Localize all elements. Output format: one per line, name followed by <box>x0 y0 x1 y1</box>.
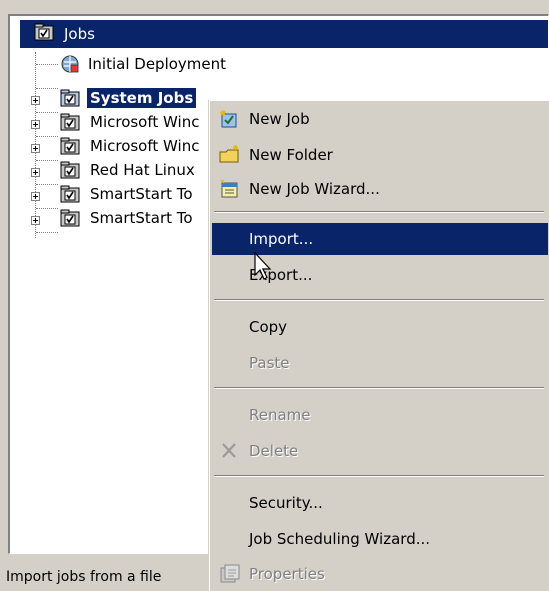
menu-item-properties[interactable]: Properties <box>212 558 548 590</box>
new-job-icon <box>219 109 241 129</box>
tree-guide-line <box>36 64 58 65</box>
tree-guide-line <box>36 232 58 233</box>
context-menu: New Job New Folder New Job Wizard... Imp… <box>209 100 549 591</box>
tree-item-system-jobs[interactable]: System Jobs <box>60 86 197 110</box>
menu-separator <box>214 475 544 477</box>
expand-toggle[interactable] <box>31 192 40 201</box>
menu-item-new-job[interactable]: New Job <box>212 103 548 135</box>
menu-item-label: Delete <box>249 442 299 460</box>
tree-item-label: System Jobs <box>87 88 197 108</box>
menu-item-label: Properties <box>249 565 325 583</box>
tree-guide-line <box>36 112 58 113</box>
menu-item-label: New Job Wizard... <box>249 180 380 198</box>
tree-guide-line <box>36 208 58 209</box>
tree-item-label: Initial Deployment <box>88 55 227 73</box>
tree-root-jobs[interactable]: Jobs <box>20 20 548 48</box>
tree-item-label: SmartStart To <box>90 209 193 227</box>
tree-item-red-hat-linux[interactable]: Red Hat Linux <box>60 158 198 182</box>
job-folder-icon <box>34 22 56 46</box>
menu-separator <box>214 387 544 389</box>
menu-item-paste[interactable]: Paste <box>212 347 548 379</box>
tree-root-label: Jobs <box>64 25 95 43</box>
expand-toggle[interactable] <box>31 96 40 105</box>
menu-item-label: Rename <box>249 406 311 424</box>
job-folder-icon <box>60 160 82 180</box>
properties-icon <box>219 564 241 584</box>
menu-item-new-folder[interactable]: New Folder <box>212 139 548 171</box>
expand-toggle[interactable] <box>31 216 40 225</box>
tree-item-label: SmartStart To <box>90 185 193 203</box>
new-folder-icon <box>219 145 241 165</box>
menu-item-delete[interactable]: Delete <box>212 435 548 467</box>
menu-separator <box>214 299 544 301</box>
job-folder-icon <box>60 208 82 228</box>
tree-item-label: Red Hat Linux <box>90 161 195 179</box>
expand-toggle[interactable] <box>31 120 40 129</box>
menu-item-import[interactable]: Import... <box>212 223 548 255</box>
wizard-icon <box>219 179 241 199</box>
menu-item-label: New Job <box>249 110 310 128</box>
delete-icon <box>219 441 241 461</box>
deployment-icon <box>60 54 80 74</box>
menu-item-job-scheduling-wizard[interactable]: Job Scheduling Wizard... <box>212 523 548 555</box>
menu-item-label: Import... <box>249 230 314 248</box>
tree-item-microsoft-windows-2[interactable]: Microsoft Winc <box>60 134 202 158</box>
tree-guide-line <box>36 160 58 161</box>
tree-guide-line <box>36 184 58 185</box>
tree-item-label: Microsoft Winc <box>90 113 200 131</box>
tree-guide-line <box>36 88 58 89</box>
menu-item-rename[interactable]: Rename <box>212 399 548 431</box>
tree-item-label: Microsoft Winc <box>90 137 200 155</box>
menu-item-security[interactable]: Security... <box>212 487 548 519</box>
mouse-cursor-icon <box>254 252 272 280</box>
job-folder-icon <box>60 112 82 132</box>
tree-guide-line <box>36 136 58 137</box>
tree-item-microsoft-windows-1[interactable]: Microsoft Winc <box>60 110 202 134</box>
expand-toggle[interactable] <box>31 168 40 177</box>
menu-item-label: Copy <box>249 318 288 336</box>
tree-item-initial-deployment[interactable]: Initial Deployment <box>60 52 229 76</box>
menu-separator <box>214 211 544 213</box>
menu-item-label: Job Scheduling Wizard... <box>249 530 431 548</box>
menu-item-label: Paste <box>249 354 290 372</box>
menu-item-label: Security... <box>249 494 323 512</box>
menu-item-new-job-wizard[interactable]: New Job Wizard... <box>212 173 548 205</box>
job-folder-icon <box>60 88 82 108</box>
menu-item-copy[interactable]: Copy <box>212 311 548 343</box>
tree-item-smartstart-1[interactable]: SmartStart To <box>60 182 196 206</box>
job-folder-icon <box>60 184 82 204</box>
status-text: Import jobs from a file <box>6 569 162 585</box>
menu-item-label: New Folder <box>249 146 333 164</box>
tree-item-smartstart-2[interactable]: SmartStart To <box>60 206 196 230</box>
job-folder-icon <box>60 136 82 156</box>
expand-toggle[interactable] <box>31 144 40 153</box>
